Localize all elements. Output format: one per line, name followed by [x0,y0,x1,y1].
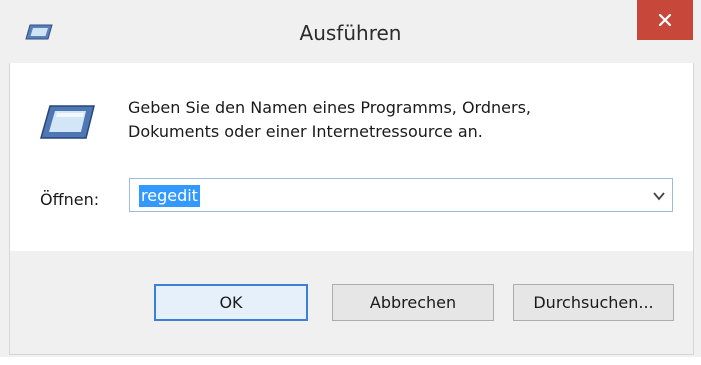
open-input[interactable]: regedit [139,185,200,207]
run-icon [40,105,95,139]
window-title: Ausführen [299,21,402,45]
close-icon [658,13,672,27]
cancel-button[interactable]: Abbrechen [332,284,494,321]
title-bar[interactable]: Ausführen [0,0,701,63]
chevron-down-icon[interactable] [652,189,666,203]
instruction-line-2: Dokuments oder einer Internetressource a… [128,122,483,141]
button-bar: OK Abbrechen Durchsuchen... [10,251,693,354]
ok-button[interactable]: OK [154,284,308,321]
instruction-text: Geben Sie den Namen eines Programms, Ord… [128,96,648,144]
open-combobox[interactable]: regedit [129,178,673,212]
instruction-line-1: Geben Sie den Namen eines Programms, Ord… [128,98,531,117]
open-label: Öffnen: [40,190,100,209]
browse-button[interactable]: Durchsuchen... [513,284,674,321]
close-button[interactable] [637,0,693,40]
dialog-body: Geben Sie den Namen eines Programms, Ord… [9,63,694,355]
run-dialog: Ausführen Geben Sie den Namen eines Prog… [0,0,701,357]
